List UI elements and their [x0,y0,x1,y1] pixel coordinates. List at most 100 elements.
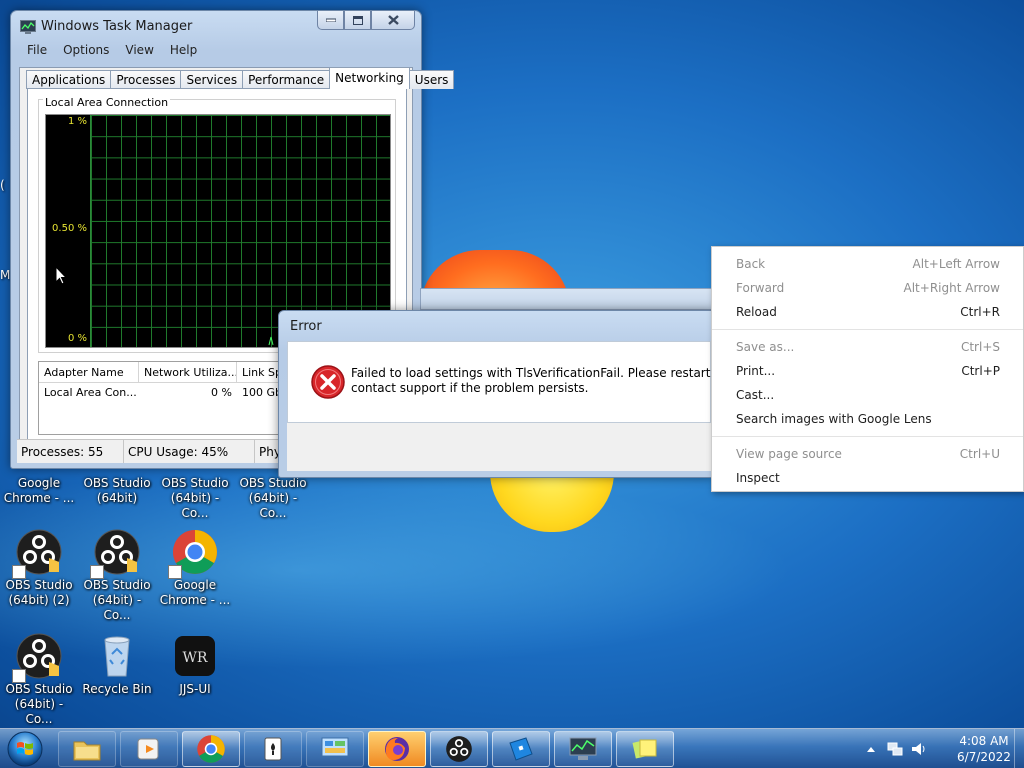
show-hidden-icons-icon[interactable] [866,745,876,753]
shortcut-arrow-icon [90,565,104,579]
desktop-icon-label: Chrome - ... [159,593,231,607]
tab-performance[interactable]: Performance [242,70,331,89]
taskbar-sticky-notes-button[interactable] [616,731,674,767]
menu-separator [712,329,1023,330]
desktop-icon-label: OBS Studio [239,476,307,490]
taskbar-roblox-studio-button[interactable] [492,731,550,767]
error-icon [310,364,346,400]
taskbar-solitaire-button[interactable] [244,731,302,767]
menu-options[interactable]: Options [55,42,117,62]
obs-icon [12,528,63,579]
clock-time: 4:08 AM [959,734,1009,748]
desktop-icon-label: JJS-UI [179,682,211,696]
desktop-icon-google-chrome[interactable]: Google Chrome - ... [156,528,234,608]
menu-item-shortcut: Ctrl+U [959,447,1000,461]
menu-item-inspect[interactable]: Inspect [712,466,1023,490]
desktop-icon-obs-studio[interactable]: OBS Studio (64bit) - Co... [156,474,234,521]
start-button[interactable] [4,729,46,768]
taskbar-media-player-button[interactable] [120,731,178,767]
tab-applications[interactable]: Applications [26,70,112,89]
context-menu: Back Alt+Left Arrow Forward Alt+Right Ar… [711,246,1024,492]
menu-item-shortcut: Ctrl+S [960,340,1000,354]
desktop-edge-label: M [0,268,11,282]
error-dialog[interactable]: Error Failed to load settings with TlsVe… [278,310,714,478]
tab-services[interactable]: Services [180,70,244,89]
menu-item-print[interactable]: Print... Ctrl+P [712,359,1023,383]
desktop-icon-label: Google [173,578,217,592]
desktop-icon-obs-studio[interactable]: OBS Studio (64bit) - Co... [78,528,156,623]
task-manager-icon [20,20,36,34]
column-header-adapter-name[interactable]: Adapter Name [39,362,139,382]
menu-item-label: Search images with Google Lens [736,412,932,426]
taskbar-chrome-button[interactable] [182,731,240,767]
desktop-icon-obs-studio[interactable]: OBS Studio (64bit) (2) [0,528,78,608]
menu-item-search-google-lens[interactable]: Search images with Google Lens [712,407,1023,431]
windows-logo-icon [7,731,43,767]
desktop-icon-label: OBS Studio [161,476,229,490]
menu-item-shortcut: Ctrl+R [960,305,1000,319]
tab-networking[interactable]: Networking [329,67,410,89]
desktop-icon-obs-studio[interactable]: OBS Studio (64bit) - Co... [234,474,312,521]
taskbar-firefox-button[interactable] [368,731,426,767]
taskbar-control-panel-button[interactable] [306,731,364,767]
menu-item-label: Back [736,257,766,271]
clock[interactable]: 4:08 AM 6/7/2022 [952,733,1016,765]
menu-item-label: Print... [736,364,776,378]
playing-card-icon [264,737,282,761]
menu-item-reload[interactable]: Reload Ctrl+R [712,300,1023,324]
menu-file[interactable]: File [19,42,55,62]
menu-item-label: Save as... [736,340,795,354]
background-window[interactable] [420,288,712,310]
menu-item-save-as[interactable]: Save as... Ctrl+S [712,335,1023,359]
desktop-edge-label: ( [0,178,5,192]
close-button[interactable] [371,11,415,30]
status-processes: Processes: 55 [17,440,124,463]
maximize-button[interactable] [344,11,371,30]
clock-date: 6/7/2022 [957,750,1011,764]
desktop-icon-google-chrome[interactable]: Google Chrome - ... [0,474,78,506]
shortcut-arrow-icon [12,565,26,579]
minimize-button[interactable] [317,11,344,30]
menu-item-cast[interactable]: Cast... [712,383,1023,407]
tab-processes[interactable]: Processes [110,70,182,89]
obs-icon [12,632,63,683]
roblox-studio-icon [509,737,533,761]
taskbar: 4:08 AM 6/7/2022 [0,728,1024,768]
taskbar-explorer-button[interactable] [58,731,116,767]
desktop-icon-recycle-bin[interactable]: Recycle Bin [78,632,156,697]
control-panel-icon [321,737,349,760]
sticky-notes-icon [632,739,657,759]
taskbar-obs-button[interactable] [430,731,488,767]
desktop-icon-jjs-ui[interactable]: WR JJS-UI [156,632,234,697]
menu-help[interactable]: Help [162,42,205,62]
volume-icon[interactable] [910,740,928,758]
chrome-icon [197,735,225,763]
recycle-bin-icon [93,632,141,680]
chrome-icon [168,528,219,579]
menu-item-label: Forward [736,281,785,295]
system-tray: 4:08 AM 6/7/2022 [866,729,1016,768]
shortcut-arrow-icon [168,565,182,579]
group-label: Local Area Connection [43,96,171,109]
menu-view[interactable]: View [117,42,161,62]
menu-item-back[interactable]: Back Alt+Left Arrow [712,252,1023,276]
desktop-icon-label: (64bit) - Co... [170,491,220,520]
show-desktop-button[interactable] [1014,729,1024,768]
desktop-icon-obs-studio[interactable]: OBS Studio (64bit) - Co... [0,632,78,727]
column-header-network-utilization[interactable]: Network Utiliza... [139,362,237,382]
menu-item-forward[interactable]: Forward Alt+Right Arrow [712,276,1023,300]
network-icon[interactable] [886,740,904,758]
menu-item-label: View page source [736,447,842,461]
menu-item-view-page-source[interactable]: View page source Ctrl+U [712,442,1023,466]
desktop-icon-label: (64bit) - Co... [92,593,142,622]
tab-users[interactable]: Users [408,70,455,89]
menu-item-label: Reload [736,305,777,319]
desktop-icon-label: OBS Studio [83,476,151,490]
task-manager-icon [569,737,597,760]
menu-item-shortcut: Alt+Left Arrow [912,257,1000,271]
window-title: Windows Task Manager [41,19,193,34]
desktop-icon-label: Chrome - ... [3,491,75,505]
desktop-icon-obs-studio[interactable]: OBS Studio (64bit) [78,474,156,506]
cell-network-utilization: 0 % [211,386,232,399]
taskbar-task-manager-button[interactable] [554,731,612,767]
